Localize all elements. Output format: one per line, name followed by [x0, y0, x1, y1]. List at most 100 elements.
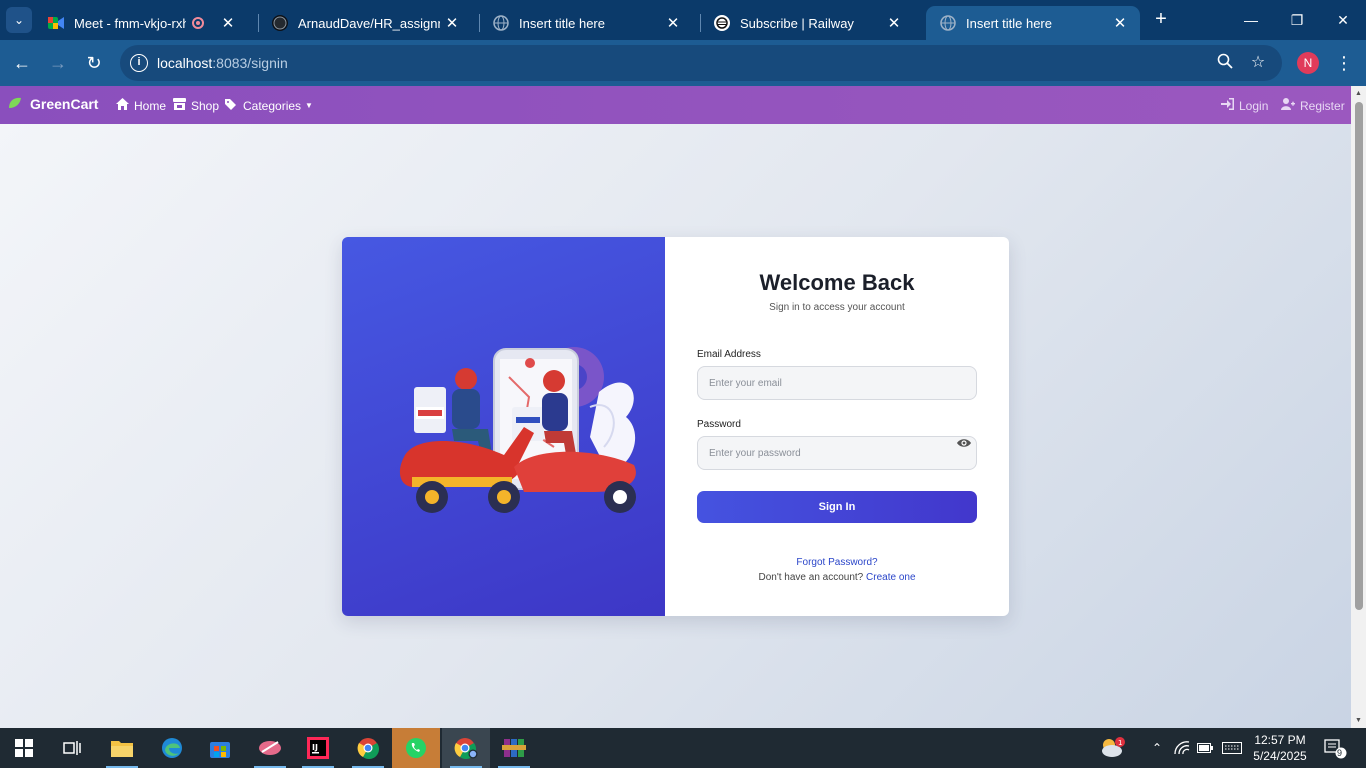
nav-register[interactable]: Register: [1281, 98, 1345, 113]
keyboard-icon[interactable]: [1220, 728, 1244, 768]
notification-icon: [1324, 739, 1347, 759]
edge-icon: [162, 738, 182, 758]
chrome-icon: [357, 738, 379, 759]
url-text[interactable]: localhost:8083/signin: [157, 55, 288, 71]
caret-down-icon: ▼: [305, 101, 313, 110]
sign-in-icon: [1221, 98, 1234, 113]
weather-badge: 1: [1118, 739, 1122, 747]
winrar-icon: [502, 739, 526, 757]
start-button[interactable]: [0, 728, 48, 768]
intellij-icon: IJ: [307, 737, 329, 759]
minimize-button[interactable]: —: [1228, 8, 1274, 32]
tab-insert-title[interactable]: Insert title here ✕: [479, 6, 693, 40]
email-label: Email Address: [697, 349, 761, 360]
nav-shop-label: Shop: [191, 98, 220, 113]
restore-button[interactable]: ❐: [1274, 8, 1320, 32]
railway-icon: [714, 15, 730, 31]
password-label: Password: [697, 419, 741, 430]
brand-name: GreenCart: [30, 96, 99, 112]
tab-title: Meet - fmm-vkjo-rxh: [74, 15, 186, 31]
tags-icon: [225, 98, 238, 113]
store-app[interactable]: [196, 728, 244, 768]
nav-home-label: Home: [134, 98, 167, 113]
weather-widget[interactable]: 1: [1098, 728, 1128, 768]
scrollbar-thumb[interactable]: [1355, 102, 1363, 610]
sign-in-button[interactable]: Sign In: [697, 491, 977, 523]
site-navbar: GreenCart Home Shop Categories ▼ Login R…: [0, 86, 1351, 124]
tab-search-button[interactable]: ⌄: [6, 7, 32, 33]
close-icon[interactable]: ✕: [882, 14, 906, 32]
windows-taskbar: IJ 1 ⌃ 12:57 PM 5/24/2025 9: [0, 728, 1366, 768]
tab-insert-title-active[interactable]: Insert title here ✕: [926, 6, 1140, 40]
url-host: localhost: [157, 55, 213, 71]
new-tab-button[interactable]: +: [1150, 8, 1172, 32]
snipping-tool-app[interactable]: [246, 728, 294, 768]
globe-icon: [940, 15, 956, 31]
profile-avatar[interactable]: N: [1297, 52, 1319, 74]
nav-shop[interactable]: Shop: [173, 98, 219, 113]
leaf-icon: [8, 97, 22, 112]
forgot-password-link[interactable]: Forgot Password?: [665, 557, 1009, 568]
chevron-down-icon: ⌄: [13, 13, 25, 27]
email-field[interactable]: Enter your email: [697, 366, 977, 400]
create-account-text: Don't have an account? Create one: [665, 572, 1009, 583]
forward-button[interactable]: →: [45, 50, 71, 76]
nav-login[interactable]: Login: [1221, 98, 1268, 113]
edge-app[interactable]: [148, 728, 196, 768]
close-icon[interactable]: ✕: [661, 14, 685, 32]
user-plus-icon: [1281, 98, 1295, 113]
tab-meet[interactable]: Meet - fmm-vkjo-rxh ✕: [34, 6, 248, 40]
close-icon[interactable]: ✕: [1108, 14, 1132, 32]
scroll-down-icon[interactable]: ▼: [1354, 716, 1363, 725]
scroll-up-icon[interactable]: ▲: [1354, 89, 1363, 98]
task-view-button[interactable]: [48, 728, 96, 768]
tab-railway[interactable]: Subscribe | Railway ✕: [700, 6, 914, 40]
zoom-icon[interactable]: [1215, 53, 1235, 73]
battery-icon[interactable]: [1195, 728, 1215, 768]
back-button[interactable]: ←: [9, 50, 35, 76]
system-clock[interactable]: 12:57 PM 5/24/2025: [1248, 732, 1312, 764]
chrome-icon: [454, 738, 478, 759]
password-field[interactable]: Enter your password: [697, 436, 977, 470]
close-window-button[interactable]: ✕: [1320, 8, 1366, 32]
close-icon[interactable]: ✕: [440, 14, 464, 32]
tab-title: ArnaudDave/HR_assignment: [298, 15, 440, 31]
tab-title: Insert title here: [966, 15, 1052, 31]
folder-icon: [111, 741, 133, 757]
weather-icon: 1: [1102, 737, 1125, 757]
nav-home[interactable]: Home: [116, 98, 166, 113]
file-explorer-app[interactable]: [98, 728, 146, 768]
chrome-app[interactable]: [344, 728, 392, 768]
site-info-icon[interactable]: i: [130, 54, 148, 72]
url-path: :8083/signin: [212, 55, 288, 71]
reload-button[interactable]: ↻: [81, 50, 107, 76]
bookmark-star-icon[interactable]: ☆: [1248, 53, 1268, 73]
create-account-link[interactable]: Create one: [866, 572, 915, 583]
network-icon[interactable]: [1172, 728, 1192, 768]
minimize-icon: —: [1244, 12, 1258, 28]
login-subtitle: Sign in to access your account: [769, 302, 905, 313]
intellij-app[interactable]: IJ: [294, 728, 342, 768]
notification-center[interactable]: 9: [1320, 728, 1350, 768]
task-view-icon: [63, 741, 81, 755]
eye-icon[interactable]: [957, 437, 971, 449]
login-illustration-panel: [342, 237, 665, 616]
page-scrollbar[interactable]: ▲ ▼: [1351, 86, 1366, 728]
login-card: Welcome Back Sign in to access your acco…: [342, 237, 1009, 616]
tray-overflow-button[interactable]: ⌃: [1146, 728, 1168, 768]
store-icon: [173, 98, 186, 113]
globe-icon: [493, 15, 509, 31]
browser-menu-icon[interactable]: ⋮: [1334, 50, 1354, 76]
google-meet-icon: [48, 15, 64, 31]
plus-icon: +: [1155, 8, 1167, 30]
snipping-tool-icon: [259, 741, 281, 755]
tab-title: Insert title here: [519, 15, 605, 31]
chrome-profile-app[interactable]: [442, 728, 490, 768]
whatsapp-app[interactable]: [392, 728, 440, 768]
tab-github[interactable]: ArnaudDave/HR_assignment ✕: [258, 6, 472, 40]
winrar-app[interactable]: [490, 728, 538, 768]
address-bar[interactable]: i localhost:8083/signin ☆: [120, 45, 1282, 81]
close-icon[interactable]: ✕: [216, 14, 240, 32]
brand-logo[interactable]: GreenCart: [8, 96, 98, 112]
nav-categories[interactable]: Categories ▼: [225, 98, 313, 113]
